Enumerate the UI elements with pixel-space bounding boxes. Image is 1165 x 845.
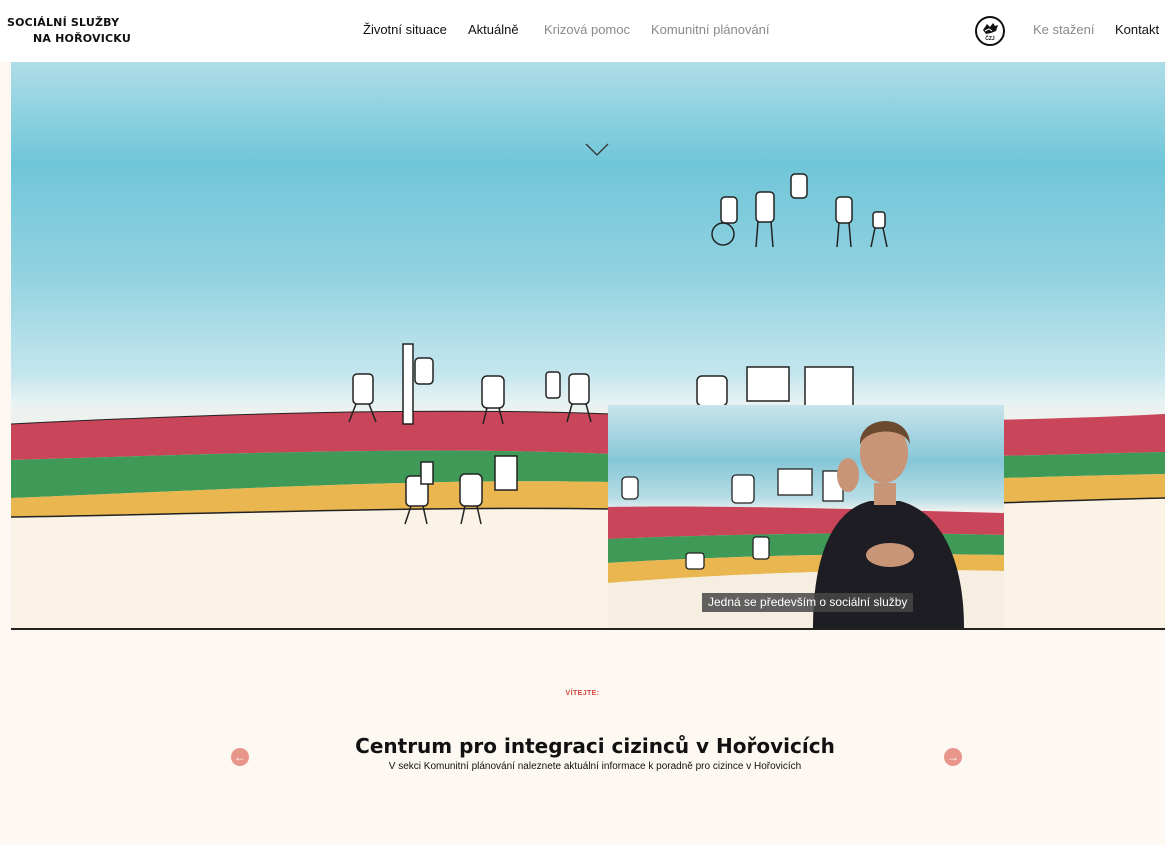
nav-item-krizova-pomoc[interactable]: Krizová pomoc bbox=[544, 22, 630, 37]
welcome-label: VÍTEJTE: bbox=[565, 690, 600, 697]
nav-item-komunitni-planovani[interactable]: Komunitní plánování bbox=[651, 22, 770, 37]
nav-item-ke-stazeni[interactable]: Ke stažení bbox=[1033, 22, 1094, 37]
carousel-next-button[interactable]: → bbox=[944, 748, 962, 766]
people-group-top-icon bbox=[711, 173, 888, 248]
sign-language-button[interactable]: ČZJ bbox=[975, 16, 1005, 46]
chevron-down-icon[interactable] bbox=[585, 142, 609, 158]
arrow-right-circle-icon: → bbox=[947, 750, 959, 764]
welcome-title: Centrum pro integraci cizinců v Hořovicí… bbox=[355, 734, 835, 758]
video-caption: Jedná se především o sociální služby bbox=[702, 593, 914, 612]
sign-language-label: ČZJ bbox=[985, 35, 995, 42]
nav-item-kontakt[interactable]: Kontakt bbox=[1115, 22, 1159, 37]
sign-language-hands-icon: ČZJ bbox=[983, 23, 998, 42]
arrow-left-circle-icon: ← bbox=[234, 750, 246, 764]
hero-divider bbox=[11, 628, 1165, 630]
nav-item-aktualne[interactable]: Aktuálně bbox=[468, 22, 519, 37]
carousel-prev-button[interactable]: ← bbox=[231, 748, 249, 766]
nav-item-zivotni-situace[interactable]: Životní situace bbox=[363, 22, 447, 37]
page: SOCIÁLNÍ SLUŽBY NA HOŘOVICKU Životní sit… bbox=[0, 0, 1165, 845]
welcome-subtitle: V sekci Komunitní plánování naleznete ak… bbox=[388, 761, 802, 772]
site-header: SOCIÁLNÍ SLUŽBY NA HOŘOVICKU Životní sit… bbox=[0, 0, 1165, 62]
